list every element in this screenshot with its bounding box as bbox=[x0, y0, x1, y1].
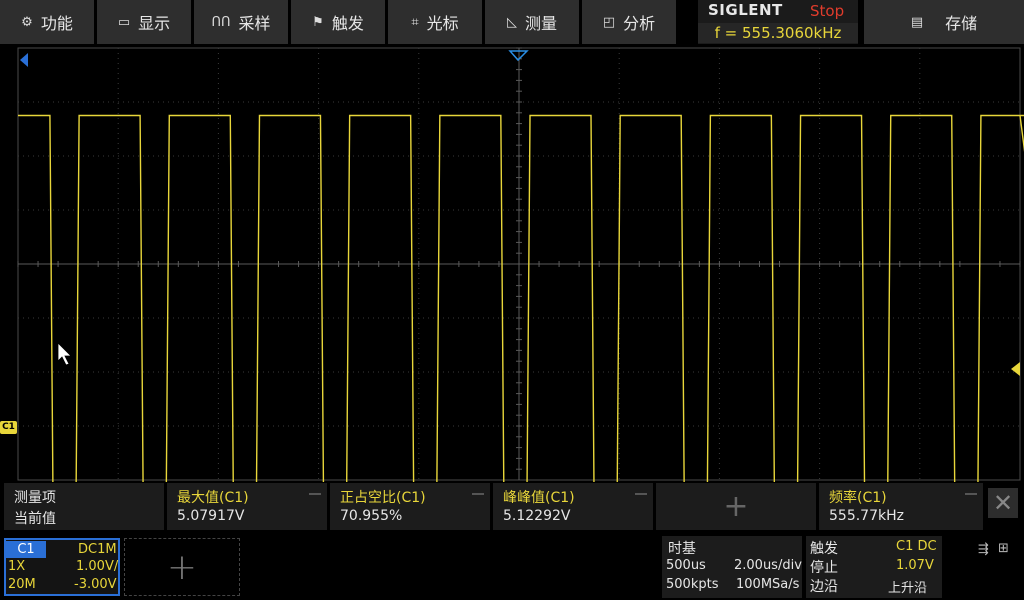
channel1-marker-label: C1 bbox=[2, 422, 15, 432]
menu-display-button[interactable]: ▭ 显示 bbox=[97, 0, 191, 44]
trigger-panel[interactable]: 触发 C1 DC 停止 1.07V 边沿 上升沿 bbox=[806, 536, 942, 598]
minimize-icon bbox=[309, 493, 321, 495]
menu-label: 分析 bbox=[623, 14, 656, 33]
channel-bandwidth: 20M bbox=[8, 577, 36, 592]
menu-label: 光标 bbox=[426, 14, 459, 33]
timebase-panel[interactable]: 时基 500us 2.00us/div 500kpts 100MSa/s bbox=[662, 536, 802, 598]
trigger-title: 触发 bbox=[810, 541, 838, 557]
measurement-item[interactable]: 峰峰值(C1) 5.12292V bbox=[493, 483, 653, 530]
minimize-icon bbox=[472, 493, 484, 495]
trigger-slope: 上升沿 bbox=[888, 581, 928, 596]
trigger-level: 1.07V bbox=[896, 558, 934, 573]
measurement-name: 峰峰值(C1) bbox=[503, 490, 575, 506]
run-state-indicator[interactable]: Stop bbox=[810, 2, 844, 20]
trigger-status: 停止 bbox=[810, 560, 838, 576]
channel1-info-box[interactable]: C1 DC1M 1X 1.00V/ 20M -3.00V bbox=[4, 538, 120, 596]
channel1-waveform bbox=[18, 114, 1024, 482]
measurement-row-header: 测量项 bbox=[14, 490, 56, 506]
save-label: 存储 bbox=[945, 14, 978, 33]
analyze-icon: ◰ bbox=[602, 14, 616, 30]
sample-icon: ՈՈ bbox=[211, 14, 231, 30]
channel-coupling: DC1M bbox=[78, 542, 117, 557]
menu-acquire-button[interactable]: ՈՈ 采样 bbox=[194, 0, 288, 44]
close-measurement-icon[interactable]: ✕ bbox=[988, 488, 1018, 518]
channel-offset: -3.00V bbox=[74, 577, 117, 592]
memory-depth: 500kpts bbox=[666, 577, 719, 592]
timebase-delay: 500us bbox=[666, 558, 706, 573]
measurement-value: 5.07917V bbox=[177, 508, 245, 524]
menu-label: 采样 bbox=[238, 14, 271, 33]
channel-row: C1 DC1M bbox=[6, 541, 118, 559]
save-button[interactable]: ▤ 存储 bbox=[864, 0, 1024, 44]
channel-row: 1X 1.00V/ bbox=[6, 559, 118, 577]
plus-icon: + bbox=[166, 546, 198, 588]
frequency-counter: f = 555.3060kHz bbox=[698, 23, 858, 43]
measurement-row-value-label: 当前值 bbox=[14, 511, 56, 527]
measurement-item[interactable]: 最大值(C1) 5.07917V bbox=[167, 483, 327, 530]
mouse-pointer-icon bbox=[57, 342, 72, 366]
usb-icon: ⇶ bbox=[978, 542, 989, 557]
menu-analyze-button[interactable]: ◰ 分析 bbox=[582, 0, 676, 44]
measurement-name: 最大值(C1) bbox=[177, 490, 249, 506]
add-measurement-button[interactable]: + bbox=[656, 483, 816, 530]
channel-name-badge: C1 bbox=[6, 541, 46, 558]
measurement-value: 5.12292V bbox=[503, 508, 571, 524]
plus-icon: + bbox=[723, 489, 749, 524]
top-menu-bar: ⚙ 功能 ▭ 显示 ՈՈ 采样 ⚑ 触发 ⌗ 光标 ◺ 测量 ◰ 分析 SIGL… bbox=[0, 0, 1024, 46]
menu-label: 测量 bbox=[524, 14, 557, 33]
measurement-value: 555.77kHz bbox=[829, 508, 904, 524]
menu-function-button[interactable]: ⚙ 功能 bbox=[0, 0, 94, 44]
trigger-level-marker-icon[interactable] bbox=[1011, 362, 1020, 376]
measurement-item[interactable]: 频率(C1) 555.77kHz bbox=[819, 483, 983, 530]
status-panel: SIGLENT Stop f = 555.3060kHz bbox=[698, 0, 858, 44]
channel-row: 20M -3.00V bbox=[6, 577, 118, 595]
measurement-name: 频率(C1) bbox=[829, 490, 887, 506]
channel1-offset-marker[interactable]: C1 bbox=[0, 421, 17, 434]
measurement-header-cell: 测量项 当前值 bbox=[4, 483, 164, 530]
measurement-value: 70.955% bbox=[340, 508, 403, 524]
waveform-display[interactable] bbox=[0, 46, 1024, 482]
timebase-title: 时基 bbox=[668, 541, 696, 557]
trigger-type: 边沿 bbox=[810, 579, 838, 595]
display-icon: ▭ bbox=[117, 14, 131, 30]
menu-trigger-button[interactable]: ⚑ 触发 bbox=[291, 0, 385, 44]
channel-scale: 1.00V/ bbox=[76, 559, 119, 574]
system-status-area: ⇶ ⊞ bbox=[948, 536, 1024, 598]
minimize-icon bbox=[635, 493, 647, 495]
menu-label: 触发 bbox=[331, 14, 364, 33]
brand-logo: SIGLENT bbox=[708, 1, 783, 19]
add-channel-button[interactable]: + bbox=[124, 538, 240, 596]
menu-measure-button[interactable]: ◺ 测量 bbox=[485, 0, 579, 44]
timebase-scale: 2.00us/div bbox=[734, 558, 802, 573]
measurement-item[interactable]: 正占空比(C1) 70.955% bbox=[330, 483, 490, 530]
minimize-icon bbox=[965, 493, 977, 495]
ruler-icon: ◺ bbox=[506, 14, 517, 30]
left-pan-arrow-icon[interactable] bbox=[20, 53, 28, 67]
measurement-bar: 测量项 当前值 最大值(C1) 5.07917V 正占空比(C1) 70.955… bbox=[0, 483, 1024, 530]
menu-cursor-button[interactable]: ⌗ 光标 bbox=[388, 0, 482, 44]
channel1-trace bbox=[18, 114, 1024, 482]
network-icon: ⊞ bbox=[998, 541, 1009, 556]
cursor-icon: ⌗ bbox=[411, 14, 419, 30]
flag-icon: ⚑ bbox=[312, 14, 324, 30]
sample-rate: 100MSa/s bbox=[736, 577, 800, 592]
gear-icon: ⚙ bbox=[21, 14, 33, 30]
save-icon: ▤ bbox=[910, 14, 924, 30]
trigger-source: C1 DC bbox=[896, 539, 937, 554]
menu-label: 显示 bbox=[138, 14, 171, 33]
measurement-name: 正占空比(C1) bbox=[340, 490, 426, 506]
menu-label: 功能 bbox=[40, 14, 73, 33]
channel-probe: 1X bbox=[8, 559, 26, 574]
